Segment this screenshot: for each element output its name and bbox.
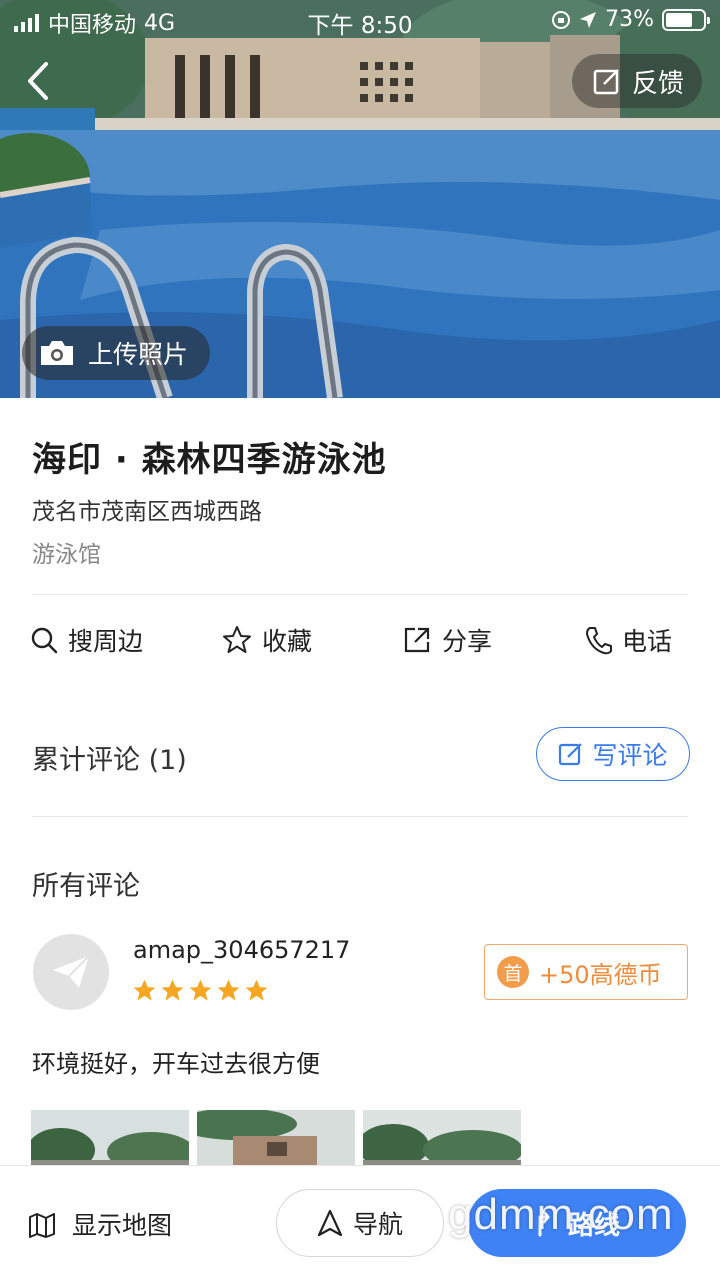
review-username[interactable]: amap_304657217 — [133, 936, 350, 964]
share-button[interactable]: 分享 — [402, 612, 492, 668]
review-photo-thumbnail[interactable] — [363, 1110, 521, 1166]
review-text: 环境挺好，开车过去很方便 — [32, 1050, 320, 1078]
feedback-button[interactable]: 反馈 — [571, 54, 702, 108]
hero-photo[interactable]: 中国移动 4G 下午 8:50 73% 反馈 上传照片 — [0, 0, 720, 398]
write-review-label: 写评论 — [592, 741, 668, 770]
edit-icon — [593, 69, 619, 95]
navigate-label: 导航 — [352, 1210, 403, 1239]
camera-icon — [41, 341, 73, 365]
star-filled-icon — [245, 979, 268, 1001]
action-label: 收藏 — [262, 627, 313, 656]
action-bar: 搜周边 收藏 分享 电话 — [0, 612, 720, 668]
all-reviews-heading: 所有评论 — [32, 871, 140, 902]
divider — [32, 816, 688, 817]
upload-label: 上传照片 — [88, 340, 189, 369]
star-filled-icon — [189, 979, 212, 1001]
rating-stars — [132, 978, 269, 1003]
show-map-label: 显示地图 — [72, 1211, 173, 1240]
star-filled-icon — [133, 979, 156, 1001]
back-button[interactable] — [18, 56, 68, 106]
upload-photo-button[interactable]: 上传照片 — [22, 326, 211, 380]
edit-icon — [559, 743, 583, 766]
battery-percent: 73% — [605, 7, 654, 32]
poi-title: 海印 · 森林四季游泳池 — [32, 440, 387, 480]
star-filled-icon — [217, 979, 240, 1001]
search-nearby-button[interactable]: 搜周边 — [30, 612, 143, 668]
watermark: gdmm.com — [448, 1190, 674, 1239]
share-icon — [404, 627, 430, 653]
phone-button[interactable]: 电话 — [584, 612, 672, 668]
chevron-left-icon — [28, 62, 48, 100]
coin-icon: 首 — [497, 956, 529, 988]
feedback-label: 反馈 — [631, 68, 684, 99]
review-photo-thumbnail[interactable] — [197, 1110, 355, 1166]
coin-reward-label: +50高德币 — [539, 960, 662, 989]
status-bar: 中国移动 4G 下午 8:50 73% — [0, 0, 720, 40]
poi-category: 游泳馆 — [32, 542, 101, 568]
review-count-heading: 累计评论 (1) — [32, 745, 187, 776]
navigation-arrow-icon — [317, 1209, 343, 1237]
battery-icon — [662, 8, 710, 31]
poi-address: 茂名市茂南区西城西路 — [32, 499, 262, 525]
favorite-button[interactable]: 收藏 — [222, 612, 312, 668]
coin-reward-badge: 首 +50高德币 — [484, 944, 688, 1000]
map-icon — [29, 1213, 55, 1238]
show-map-button[interactable]: 显示地图 — [28, 1206, 172, 1242]
rotation-lock-icon — [552, 10, 571, 29]
avatar[interactable] — [33, 934, 109, 1010]
navigate-button[interactable]: 导航 — [276, 1189, 444, 1257]
action-label: 电话 — [622, 627, 673, 656]
write-review-button[interactable]: 写评论 — [536, 727, 690, 781]
paper-plane-icon — [53, 955, 90, 988]
star-filled-icon — [161, 979, 184, 1001]
star-outline-icon — [223, 626, 251, 653]
review-photo-thumbnail[interactable] — [31, 1110, 189, 1166]
location-arrow-icon — [580, 11, 597, 28]
action-label: 搜周边 — [68, 627, 144, 656]
action-label: 分享 — [442, 627, 493, 656]
search-icon — [31, 627, 58, 654]
divider — [32, 594, 688, 595]
phone-icon — [586, 627, 612, 655]
review-photos — [31, 1110, 521, 1166]
